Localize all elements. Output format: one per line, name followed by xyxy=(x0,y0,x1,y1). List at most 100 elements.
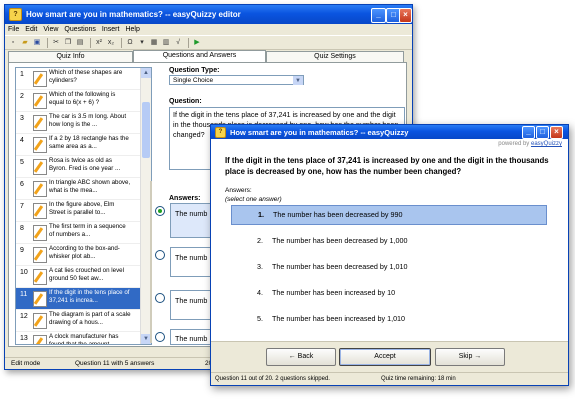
quiz-answer-text: The number has been increased by 10 xyxy=(272,288,396,297)
toolbar-separator xyxy=(90,37,91,48)
tab-quiz-settings[interactable]: Quiz Settings xyxy=(266,51,404,62)
quiz-status-progress: Question 11 out of 20. 2 questions skipp… xyxy=(215,376,330,382)
skip-button[interactable]: Skip → xyxy=(435,348,505,366)
copy-icon[interactable]: ❐ xyxy=(63,38,73,48)
question-type-select[interactable]: Single Choice ▼ xyxy=(169,75,304,85)
quiz-window: ? How smart are you in mathematics? -- e… xyxy=(210,124,569,386)
chevron-down-icon[interactable]: ▾ xyxy=(137,38,147,48)
quiz-answer-option[interactable]: 4. The number has been increased by 10 xyxy=(231,284,545,302)
quiz-answer-text: The number has been increased by 1,010 xyxy=(272,314,406,323)
list-item[interactable]: 3 The car is 3.5 m long. About how long i… xyxy=(16,112,151,134)
question-edit-icon xyxy=(33,115,47,131)
question-edit-icon xyxy=(33,291,47,307)
superscript-icon[interactable]: x² xyxy=(94,38,104,48)
list-item[interactable]: 4 If a 2 by 18 rectangle has the same are… xyxy=(16,134,151,156)
menu-file[interactable]: File xyxy=(8,26,19,33)
maximize-button[interactable]: □ xyxy=(536,126,549,139)
list-item-number: 8 xyxy=(20,225,24,232)
list-item[interactable]: 13 A clock manufacturer has found that th… xyxy=(16,332,151,344)
subscript-icon[interactable]: x₂ xyxy=(106,38,116,48)
quiz-answer-option[interactable]: 2. The number has been decreased by 1,000 xyxy=(231,232,545,250)
scroll-up-icon[interactable]: ▲ xyxy=(141,68,151,78)
list-item[interactable]: 1 Which of these shapes are cylinders? xyxy=(16,68,151,90)
list-item[interactable]: 10 A cat lies crouched on level ground 50… xyxy=(16,266,151,288)
question-edit-icon xyxy=(33,313,47,329)
list-item-number: 6 xyxy=(20,181,24,188)
scroll-thumb[interactable] xyxy=(142,102,150,158)
answer-radio-3[interactable] xyxy=(155,293,165,303)
menubar: File Edit View Questions Insert Help xyxy=(5,24,412,35)
question-edit-icon xyxy=(33,269,47,285)
new-file-icon[interactable]: ▫ xyxy=(8,38,18,48)
list-item[interactable]: 11 If the digit in the tens place of 37,2… xyxy=(16,288,151,310)
question-edit-icon xyxy=(33,93,47,109)
formula-icon[interactable]: √ xyxy=(173,38,183,48)
menu-insert[interactable]: Insert xyxy=(102,26,120,33)
quiz-answer-number: 5. xyxy=(257,314,263,323)
list-item-text: Rosa is twice as old as Byron. Fred is o… xyxy=(49,157,121,172)
close-button[interactable]: × xyxy=(399,8,412,23)
question-edit-icon xyxy=(33,203,47,219)
quiz-answer-option[interactable]: 5. The number has been increased by 1,010 xyxy=(231,310,545,328)
menu-view[interactable]: View xyxy=(43,26,58,33)
question-list[interactable]: 1 Which of these shapes are cylinders? 2 Wh… xyxy=(15,67,152,345)
list-item[interactable]: 8 The first term in a sequence of numbers… xyxy=(16,222,151,244)
list-item-text: In the figure above, Elm Street is paral… xyxy=(49,201,115,216)
list-item[interactable]: 5 Rosa is twice as old as Byron. Fred is … xyxy=(16,156,151,178)
paste-icon[interactable]: ▤ xyxy=(75,38,85,48)
question-edit-icon xyxy=(33,225,47,241)
editor-titlebar[interactable]: ? How smart are you in mathematics? -- e… xyxy=(5,5,412,24)
save-icon[interactable]: ▣ xyxy=(32,38,42,48)
quiz-answer-number: 3. xyxy=(257,262,263,271)
app-icon: ? xyxy=(215,126,226,138)
powered-by-link[interactable]: easyQuizzy xyxy=(531,141,562,147)
minimize-button[interactable]: _ xyxy=(522,126,535,139)
quiz-answer-number: 4. xyxy=(257,288,263,297)
accept-button[interactable]: Accept xyxy=(339,348,431,366)
list-item-text: Which of the following is equal to 6(x +… xyxy=(49,91,116,106)
menu-help[interactable]: Help xyxy=(125,26,139,33)
quiz-answer-option[interactable]: 3. The number has been decreased by 1,010 xyxy=(231,258,545,276)
menu-edit[interactable]: Edit xyxy=(25,26,37,33)
list-item[interactable]: 7 In the figure above, Elm Street is para… xyxy=(16,200,151,222)
minimize-button[interactable]: _ xyxy=(371,8,386,23)
close-button[interactable]: × xyxy=(550,126,563,139)
toolbar-separator xyxy=(47,37,48,48)
list-item-text: According to the box-and-whisker plot ab… xyxy=(49,245,120,260)
editor-title: How smart are you in mathematics? -- eas… xyxy=(26,10,241,19)
powered-by: powered by easyQuizzy xyxy=(498,141,562,147)
back-button[interactable]: ← Back xyxy=(266,348,336,366)
run-icon[interactable]: ▶ xyxy=(192,38,202,48)
list-item-number: 11 xyxy=(20,291,28,298)
question-edit-icon xyxy=(33,247,47,263)
menu-questions[interactable]: Questions xyxy=(64,26,96,33)
symbol-icon[interactable]: Ω xyxy=(125,38,135,48)
quiz-answer-option[interactable]: 1. The number has been decreased by 990 xyxy=(231,205,547,225)
answer-radio-2[interactable] xyxy=(155,250,165,260)
open-folder-icon[interactable]: ▰ xyxy=(20,38,30,48)
list-item-number: 4 xyxy=(20,137,24,144)
question-edit-icon xyxy=(33,335,47,344)
list-item[interactable]: 6 In triangle ABC shown above, what is th… xyxy=(16,178,151,200)
quiz-titlebar[interactable]: ? How smart are you in mathematics? -- e… xyxy=(211,125,568,139)
tab-questions-and-answers[interactable]: Questions and Answers xyxy=(133,50,266,62)
list-item-number: 9 xyxy=(20,247,24,254)
cut-icon[interactable]: ✂ xyxy=(51,38,61,48)
quiz-answers-label: Answers: xyxy=(225,187,252,194)
list-item[interactable]: 12 The diagram is part of a scale drawing… xyxy=(16,310,151,332)
list-item-number: 13 xyxy=(20,335,28,342)
tab-quiz-info[interactable]: Quiz Info xyxy=(8,51,133,62)
list-item-number: 2 xyxy=(20,93,24,100)
answer-radio-1[interactable] xyxy=(155,206,165,216)
chevron-down-icon[interactable]: ▼ xyxy=(293,76,303,85)
toolbar-separator xyxy=(188,37,189,48)
status-mode: Edit mode xyxy=(11,360,41,367)
insert-image-icon[interactable]: ▦ xyxy=(149,38,159,48)
question-edit-icon xyxy=(33,181,47,197)
splitter[interactable] xyxy=(150,181,152,343)
answer-radio-4[interactable] xyxy=(155,332,165,342)
question-edit-icon xyxy=(33,137,47,153)
list-item[interactable]: 2 Which of the following is equal to 6(x … xyxy=(16,90,151,112)
insert-table-icon[interactable]: ▥ xyxy=(161,38,171,48)
list-item[interactable]: 9 According to the box-and-whisker plot a… xyxy=(16,244,151,266)
